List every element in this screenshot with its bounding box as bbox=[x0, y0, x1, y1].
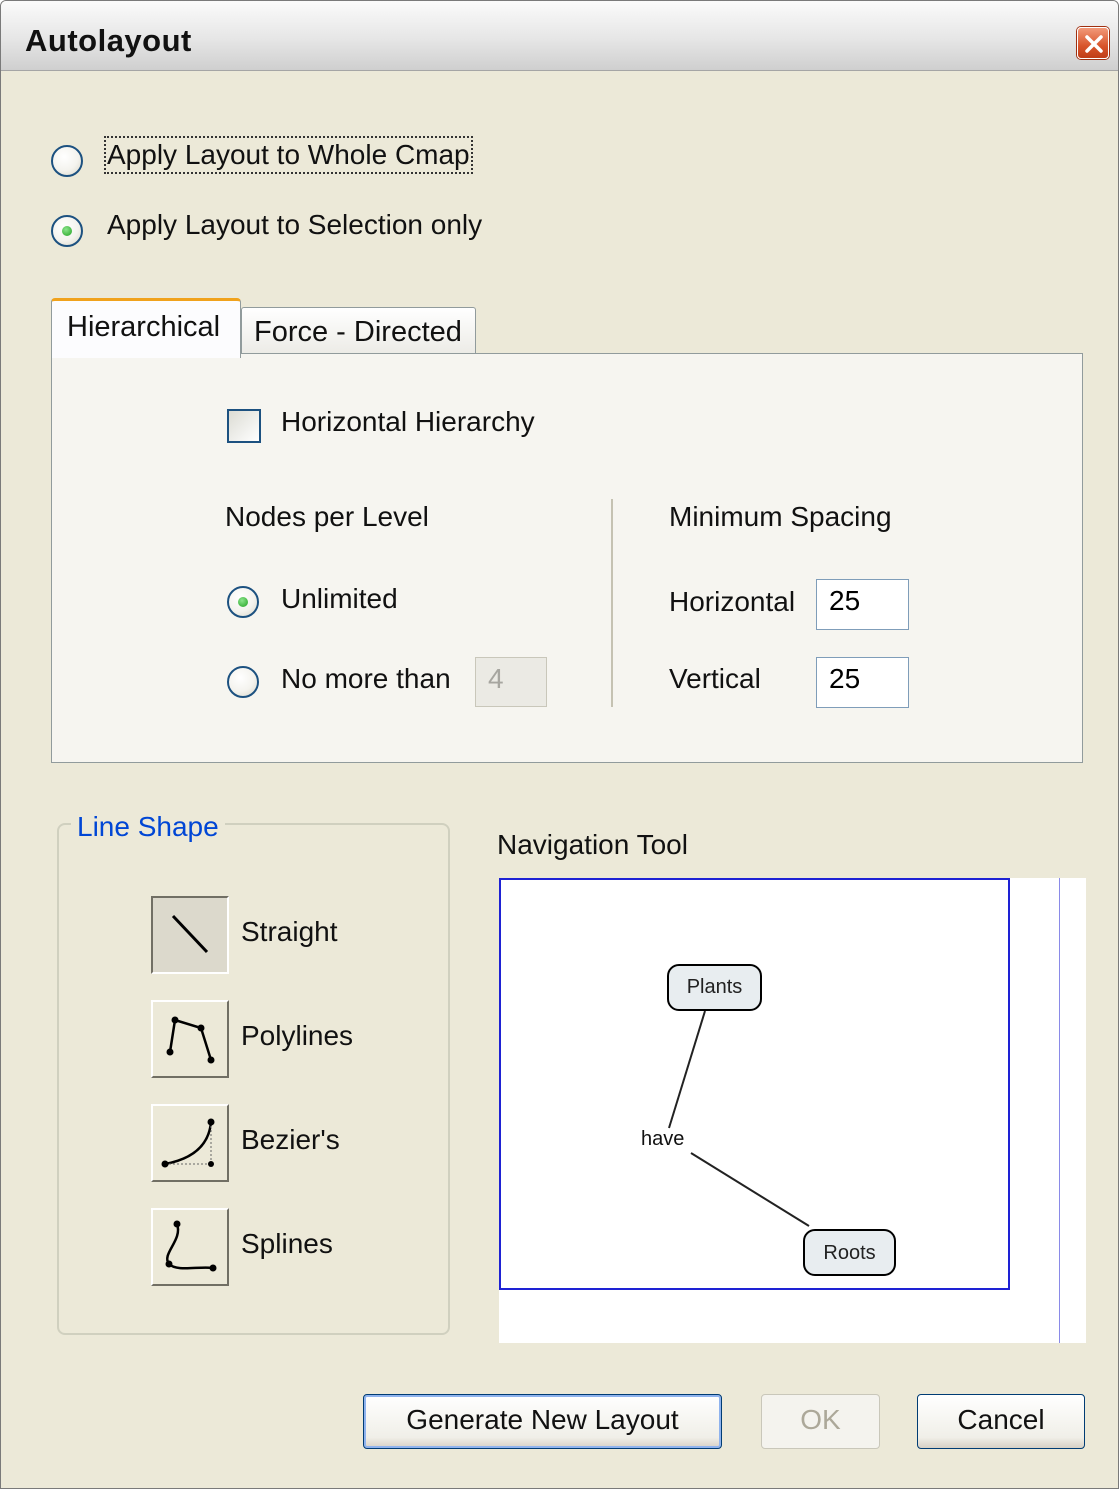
spline-icon bbox=[165, 1220, 217, 1272]
minimum-spacing-heading: Minimum Spacing bbox=[669, 501, 892, 532]
horizontal-hierarchy-checkbox[interactable] bbox=[227, 409, 261, 443]
title-bar[interactable]: Autolayout bbox=[1, 1, 1118, 71]
concept-node-plants[interactable]: Plants bbox=[667, 964, 762, 1011]
polylines-button[interactable] bbox=[151, 1000, 229, 1078]
radio-dot bbox=[62, 226, 72, 236]
bezier-icon bbox=[161, 1118, 215, 1168]
vertical-spacing-label: Vertical bbox=[669, 663, 761, 694]
whole-cmap-label[interactable]: Apply Layout to Whole Cmap bbox=[104, 136, 473, 174]
max-nodes-field[interactable]: 4 bbox=[475, 657, 547, 707]
horizontal-spacing-field[interactable]: 25 bbox=[816, 579, 909, 630]
link-phrase[interactable]: have bbox=[641, 1128, 684, 1151]
autolayout-dialog: Autolayout Apply Layout to Whole Cmap Ap… bbox=[0, 0, 1119, 1489]
tab-hierarchical[interactable]: Hierarchical bbox=[51, 298, 241, 358]
beziers-button[interactable] bbox=[151, 1104, 229, 1182]
straight-button[interactable] bbox=[151, 896, 229, 974]
splines-button[interactable] bbox=[151, 1208, 229, 1286]
vertical-spacing-field[interactable]: 25 bbox=[816, 657, 909, 708]
generate-new-layout-button[interactable]: Generate New Layout bbox=[363, 1394, 722, 1449]
navigation-scroll-edge bbox=[1059, 878, 1060, 1343]
close-icon bbox=[1085, 35, 1103, 53]
cancel-button[interactable]: Cancel bbox=[917, 1394, 1085, 1449]
no-more-than-label[interactable]: No more than bbox=[281, 663, 451, 695]
ok-button[interactable]: OK bbox=[761, 1394, 880, 1449]
horizontal-spacing-label: Horizontal bbox=[669, 586, 796, 617]
hierarchical-panel bbox=[51, 353, 1083, 763]
navigation-viewport[interactable] bbox=[499, 878, 1010, 1290]
unlimited-label[interactable]: Unlimited bbox=[281, 583, 398, 615]
straight-label: Straight bbox=[241, 916, 338, 947]
selection-only-label[interactable]: Apply Layout to Selection only bbox=[107, 209, 482, 241]
no-more-than-radio[interactable] bbox=[227, 666, 259, 698]
horizontal-hierarchy-label[interactable]: Horizontal Hierarchy bbox=[281, 406, 535, 438]
window-title: Autolayout bbox=[25, 23, 192, 58]
nodes-per-level-heading: Nodes per Level bbox=[225, 501, 429, 532]
radio-dot bbox=[238, 597, 248, 607]
concept-node-roots[interactable]: Roots bbox=[803, 1229, 896, 1276]
close-button[interactable] bbox=[1077, 27, 1109, 59]
unlimited-radio[interactable] bbox=[227, 586, 259, 618]
straight-line-icon bbox=[171, 914, 209, 954]
navigation-tool-heading: Navigation Tool bbox=[497, 829, 688, 860]
polyline-icon bbox=[166, 1016, 215, 1064]
beziers-label: Bezier's bbox=[241, 1124, 340, 1155]
splines-label: Splines bbox=[241, 1228, 333, 1259]
selection-only-radio[interactable] bbox=[51, 215, 83, 247]
polylines-label: Polylines bbox=[241, 1020, 354, 1051]
tab-force-directed[interactable]: Force - Directed bbox=[241, 307, 476, 354]
panel-divider bbox=[611, 499, 613, 707]
line-shape-heading: Line Shape bbox=[71, 811, 225, 843]
whole-cmap-radio[interactable] bbox=[51, 145, 83, 177]
